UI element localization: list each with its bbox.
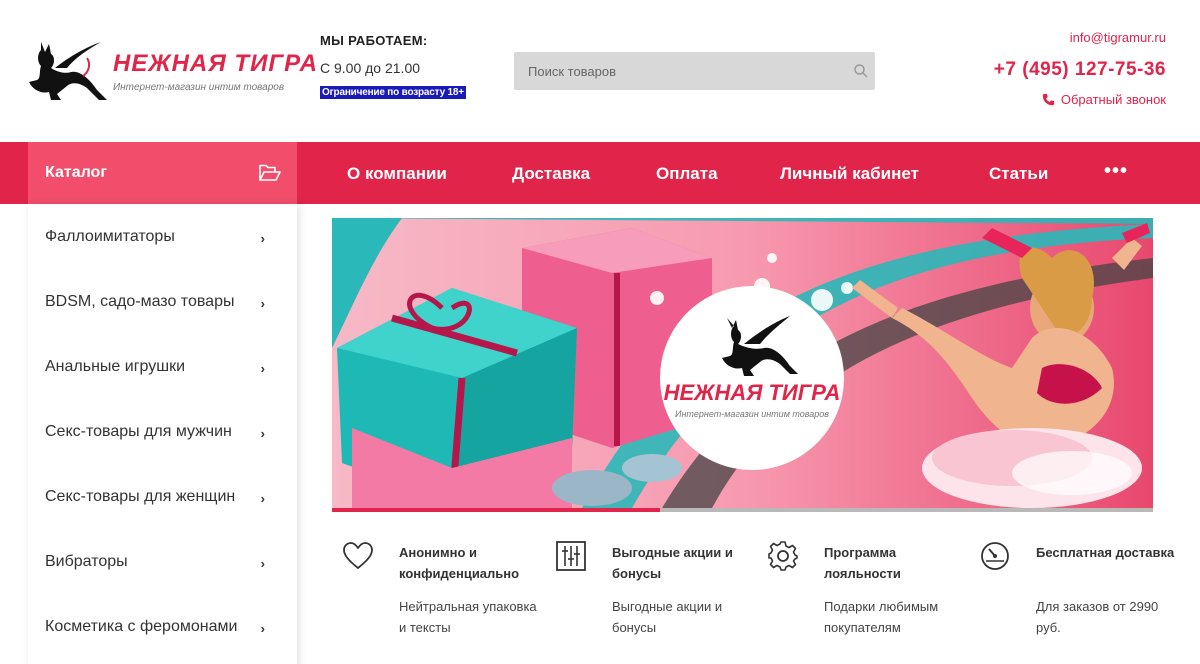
banner-progress-fill xyxy=(332,508,661,512)
banner-logo-tagline: Интернет-магазин интим товаров xyxy=(675,409,829,419)
header: НЕЖНАЯ ТИГРА Интернет-магазин интим това… xyxy=(0,0,1200,142)
nav-more-button[interactable]: ••• xyxy=(1104,160,1128,183)
sidebar-item-label: Секс-товары для мужчин xyxy=(45,423,232,440)
phone-icon xyxy=(1042,93,1055,106)
search-box xyxy=(514,52,875,90)
chevron-right-icon: › xyxy=(260,621,265,636)
chevron-right-icon: › xyxy=(260,231,265,246)
chevron-right-icon: › xyxy=(260,556,265,571)
sidebar-item-label: Фаллоимитаторы xyxy=(45,228,175,245)
sidebar-item-dildos[interactable]: Фаллоимитаторы › xyxy=(28,204,297,269)
sidebar-item-label: BDSM, садо-мазо товары xyxy=(45,293,235,310)
sidebar-item-women[interactable]: Секс-товары для женщин › xyxy=(28,464,297,529)
feature-loyalty: Программа лояльности Подарки любимым пок… xyxy=(767,540,967,660)
nav-about[interactable]: О компании xyxy=(347,164,447,184)
catalog-sidebar: Фаллоимитаторы › BDSM, садо-мазо товары … xyxy=(28,204,297,664)
sidebar-item-anal[interactable]: Анальные игрушки › xyxy=(28,334,297,399)
gear-icon xyxy=(768,541,798,571)
banner-logo-name: НЕЖНАЯ ТИГРА xyxy=(664,380,841,405)
feature-text: Выгодные акции и бонусы xyxy=(612,599,723,635)
callback-label: Обратный звонок xyxy=(1060,92,1166,107)
sliders-icon xyxy=(556,541,586,571)
feature-title: Выгодные акции и бонусы xyxy=(612,545,733,581)
sidebar-item-label: Анальные игрушки xyxy=(45,358,186,375)
feature-title: Программа лояльности xyxy=(824,545,901,581)
nav-articles[interactable]: Статьи xyxy=(989,164,1048,184)
logo-name: НЕЖНАЯ ТИГРА xyxy=(113,50,318,77)
callback-link[interactable]: Обратный звонок xyxy=(946,92,1166,107)
heart-icon xyxy=(343,542,373,569)
site-logo[interactable]: НЕЖНАЯ ТИГРА Интернет-магазин интим това… xyxy=(27,38,317,102)
nav-account[interactable]: Личный кабинет xyxy=(780,164,919,184)
feature-text: Для заказов от 2990 руб. xyxy=(1036,599,1159,635)
working-hours: МЫ РАБОТАЕМ: С 9.00 до 21.00 Ограничение… xyxy=(320,33,490,100)
feature-text: Нейтральная упаковка и тексты xyxy=(399,599,537,635)
feature-title: Анонимно и конфиденциально xyxy=(399,545,520,581)
search-icon[interactable] xyxy=(851,61,871,81)
age-restriction-badge: Ограничение по возрасту 18+ xyxy=(320,86,466,99)
phone-number[interactable]: +7 (495) 127-75-36 xyxy=(946,59,1166,81)
banner-image: НЕЖНАЯ ТИГРА Интернет-магазин интим това… xyxy=(332,218,1153,508)
feature-title: Бесплатная доставка xyxy=(1036,545,1175,560)
feature-anonymous: Анонимно и конфиденциально Нейтральная у… xyxy=(342,540,542,660)
catalog-label: Каталог xyxy=(45,164,107,181)
chevron-right-icon: › xyxy=(260,361,265,376)
chevron-right-icon: › xyxy=(260,426,265,441)
banner-progress xyxy=(332,508,1153,512)
chevron-right-icon: › xyxy=(260,296,265,311)
feature-text: Подарки любимым покупателям xyxy=(824,599,939,635)
promo-banner[interactable]: НЕЖНАЯ ТИГРА Интернет-магазин интим това… xyxy=(332,218,1153,508)
search-input[interactable] xyxy=(514,52,844,90)
hours-time: С 9.00 до 21.00 xyxy=(320,60,421,76)
nav-payment[interactable]: Оплата xyxy=(656,164,718,184)
chevron-right-icon: › xyxy=(260,491,265,506)
contacts: info@tigramur.ru +7 (495) 127-75-36 Обра… xyxy=(946,30,1166,107)
main-nav: Каталог О компании Доставка Оплата Личны… xyxy=(0,142,1200,204)
feature-promotions: Выгодные акции и бонусы Выгодные акции и… xyxy=(555,540,755,660)
email-link[interactable]: info@tigramur.ru xyxy=(946,30,1166,45)
sidebar-item-label: Косметика с феромонами xyxy=(45,618,238,635)
sidebar-item-vibrators[interactable]: Вибраторы › xyxy=(28,529,297,594)
sidebar-item-men[interactable]: Секс-товары для мужчин › xyxy=(28,399,297,464)
speedometer-icon xyxy=(981,542,1009,570)
sidebar-item-bdsm[interactable]: BDSM, садо-мазо товары › xyxy=(28,269,297,334)
hours-title: МЫ РАБОТАЕМ: xyxy=(320,33,428,48)
sidebar-item-cosmetics[interactable]: Косметика с феромонами › xyxy=(28,594,297,659)
sidebar-item-label: Секс-товары для женщин xyxy=(45,488,236,505)
sidebar-item-label: Вибраторы xyxy=(45,553,128,570)
logo-tagline: Интернет-магазин интим товаров xyxy=(113,82,285,93)
folder-open-icon xyxy=(259,164,281,181)
nav-delivery[interactable]: Доставка xyxy=(512,164,590,184)
cat-woman-logo-icon xyxy=(29,42,107,100)
catalog-button[interactable]: Каталог xyxy=(28,142,297,204)
feature-delivery: Бесплатная доставка Для заказов от 2990 … xyxy=(979,540,1179,660)
